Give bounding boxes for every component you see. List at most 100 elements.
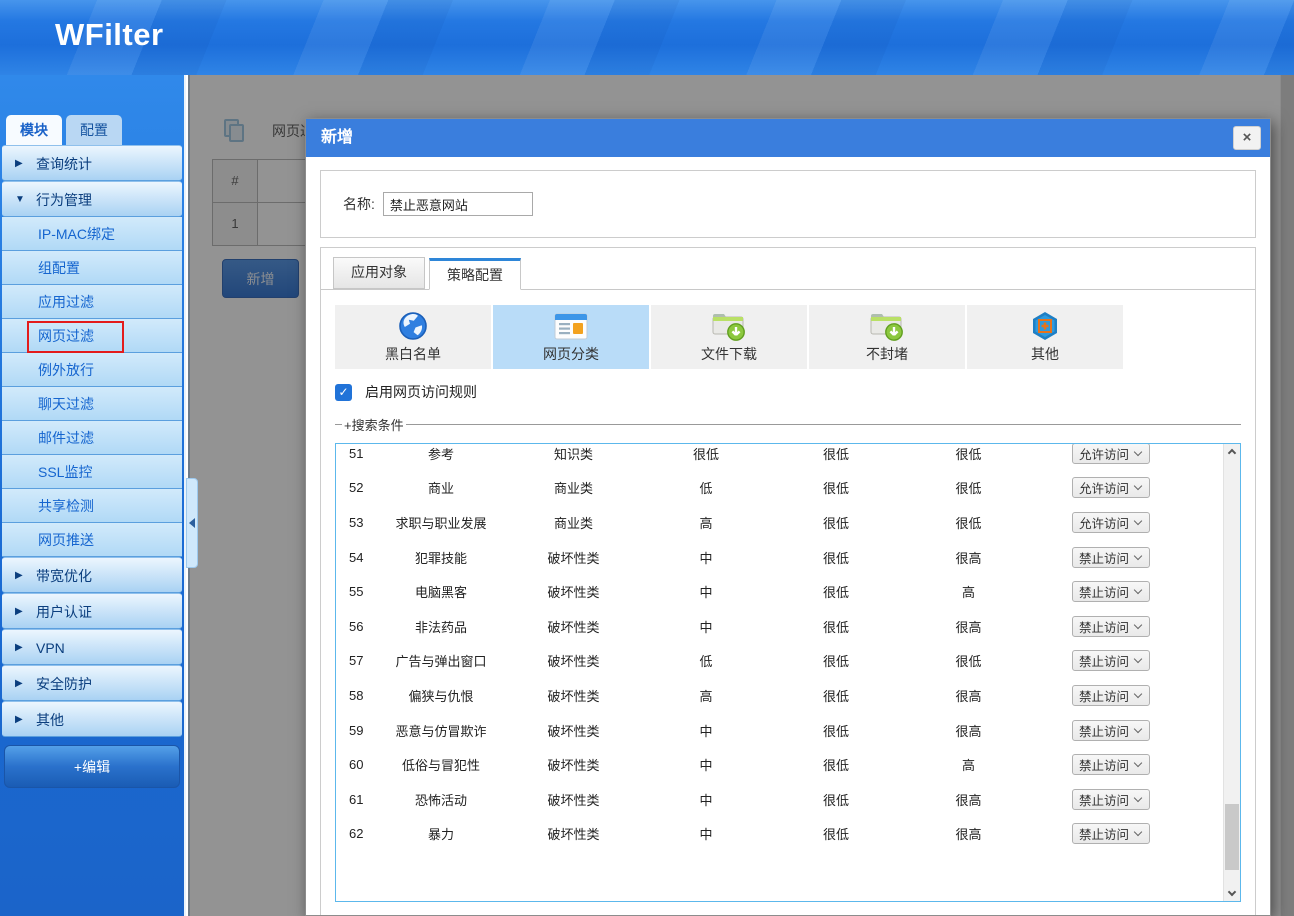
sidebar-item-vpn[interactable]: ▶VPN (2, 629, 182, 665)
row-number: 62 (336, 826, 376, 841)
sidebar-tab-config[interactable]: 配置 (66, 115, 122, 145)
policy-type-label: 文件下载 (701, 344, 757, 364)
close-icon[interactable]: × (1233, 126, 1261, 150)
sidebar-item-chat-filter[interactable]: 聊天过滤 (2, 387, 182, 421)
level-1: 中 (641, 755, 771, 774)
sidebar-item-label: 例外放行 (38, 362, 94, 378)
tab-apply-target[interactable]: 应用对象 (333, 257, 425, 289)
triangle-right-icon: ▶ (15, 146, 23, 182)
enable-rule-row: ✓ 启用网页访问规则 (335, 382, 1241, 402)
sidebar-item-label: SSL监控 (38, 464, 92, 480)
top-banner: WFilter (0, 0, 1294, 75)
access-select[interactable]: 禁止访问 (1072, 823, 1150, 844)
sidebar-item-web-filter[interactable]: 网页过滤 (2, 319, 182, 353)
level-3: 很高 (901, 617, 1036, 636)
row-number: 59 (336, 723, 376, 738)
access-select-value: 允许访问 (1073, 444, 1135, 463)
level-2: 很低 (771, 444, 901, 463)
sidebar-item-exception-allow[interactable]: 例外放行 (2, 353, 182, 387)
level-3: 很高 (901, 824, 1036, 843)
policy-type-file-download[interactable]: 文件下载 (651, 305, 807, 369)
sidebar-item-label: 安全防护 (36, 676, 92, 692)
category-row: 59恶意与仿冒欺诈破坏性类中很低很高禁止访问 (336, 713, 1223, 748)
chevron-down-icon (1134, 690, 1142, 698)
level-3: 很低 (901, 651, 1036, 670)
access-select[interactable]: 允许访问 (1072, 512, 1150, 533)
access-select[interactable]: 禁止访问 (1072, 547, 1150, 568)
search-conditions-label[interactable]: +搜索条件 (344, 415, 404, 434)
sidebar-item-query-stats[interactable]: ▶查询统计 (2, 145, 182, 181)
category-row: 57广告与弹出窗口破坏性类低很低很低禁止访问 (336, 644, 1223, 679)
sidebar-item-group-config[interactable]: 组配置 (2, 251, 182, 285)
dialog-tabs: 应用对象 策略配置 (321, 248, 1255, 290)
chevron-down-icon (1134, 724, 1142, 732)
scroll-up-icon[interactable] (1224, 444, 1240, 460)
sidebar-item-label: 网页推送 (38, 532, 94, 548)
sidebar-item-security[interactable]: ▶安全防护 (2, 665, 182, 701)
scrollbar-thumb[interactable] (1225, 804, 1239, 870)
access-select[interactable]: 禁止访问 (1072, 581, 1150, 602)
sidebar-item-others[interactable]: ▶其他 (2, 701, 182, 737)
level-3: 很高 (901, 721, 1036, 740)
access-select[interactable]: 禁止访问 (1072, 650, 1150, 671)
access-select[interactable]: 禁止访问 (1072, 685, 1150, 706)
sidebar-item-user-auth[interactable]: ▶用户认证 (2, 593, 182, 629)
level-3: 很高 (901, 548, 1036, 567)
category-group: 破坏性类 (506, 755, 641, 774)
access-select[interactable]: 禁止访问 (1072, 616, 1150, 637)
row-number: 51 (336, 446, 376, 461)
sidebar-item-ip-mac-binding[interactable]: IP-MAC绑定 (2, 217, 182, 251)
sidebar-item-web-push[interactable]: 网页推送 (2, 523, 182, 557)
sidebar-item-label: 其他 (36, 712, 64, 728)
sidebar: 模块 配置 ▶查询统计▼行为管理IP-MAC绑定组配置应用过滤网页过滤例外放行聊… (0, 75, 186, 916)
category-row: 52商业商业类低很低很低允许访问 (336, 471, 1223, 506)
new-rule-dialog: 新增 × 名称: 应用对象 策略配置 黑白名单网页分类文件下载不封堵其他 ✓ 启… (305, 118, 1271, 916)
policy-type-web-category[interactable]: 网页分类 (493, 305, 649, 369)
sidebar-item-label: VPN (36, 640, 65, 656)
dialog-title: 新增 (321, 129, 353, 146)
policy-type-strip: 黑白名单网页分类文件下载 不封堵其他 (335, 305, 1241, 369)
sidebar-item-share-detect[interactable]: 共享检测 (2, 489, 182, 523)
level-2: 很低 (771, 582, 901, 601)
wfilter-logo: WFilter (55, 17, 164, 53)
access-select[interactable]: 禁止访问 (1072, 789, 1150, 810)
row-number: 56 (336, 619, 376, 634)
category-row: 56非法药品破坏性类中很低很高禁止访问 (336, 609, 1223, 644)
sidebar-item-label: 用户认证 (36, 604, 92, 620)
level-3: 很低 (901, 478, 1036, 497)
name-input[interactable] (383, 192, 533, 216)
access-select[interactable]: 允许访问 (1072, 443, 1150, 464)
policy-type-blacklist-whitelist[interactable]: 黑白名单 (335, 305, 491, 369)
collapse-left-icon (189, 518, 195, 528)
sidebar-menu: ▶查询统计▼行为管理IP-MAC绑定组配置应用过滤网页过滤例外放行聊天过滤邮件过… (2, 145, 182, 737)
tab-policy-config[interactable]: 策略配置 (429, 258, 521, 290)
access-select[interactable]: 禁止访问 (1072, 720, 1150, 741)
enable-rule-checkbox[interactable]: ✓ (335, 384, 352, 401)
policy-type-other[interactable]: 其他 (967, 305, 1123, 369)
category-row: 61恐怖活动破坏性类中很低很高禁止访问 (336, 782, 1223, 817)
access-select[interactable]: 允许访问 (1072, 477, 1150, 498)
sidebar-item-label: 网页过滤 (38, 328, 94, 344)
access-select[interactable]: 禁止访问 (1072, 754, 1150, 775)
sidebar-item-app-filter[interactable]: 应用过滤 (2, 285, 182, 319)
sidebar-item-mail-filter[interactable]: 邮件过滤 (2, 421, 182, 455)
level-1: 中 (641, 790, 771, 809)
level-3: 很高 (901, 686, 1036, 705)
level-2: 很低 (771, 686, 901, 705)
sidebar-item-ssl-monitor[interactable]: SSL监控 (2, 455, 182, 489)
sidebar-tab-modules[interactable]: 模块 (6, 115, 62, 145)
level-2: 很低 (771, 790, 901, 809)
category-table-scrollbar[interactable] (1223, 444, 1240, 901)
sidebar-item-behavior-mgmt[interactable]: ▼行为管理 (2, 181, 182, 217)
row-number: 60 (336, 757, 376, 772)
level-3: 高 (901, 582, 1036, 601)
sidebar-collapse-handle[interactable] (186, 478, 198, 568)
scroll-down-icon[interactable] (1224, 885, 1240, 901)
sidebar-item-bandwidth-opt[interactable]: ▶带宽优化 (2, 557, 182, 593)
chevron-down-icon (1134, 482, 1142, 490)
row-number: 53 (336, 515, 376, 530)
edit-button[interactable]: +编辑 (4, 745, 180, 788)
dialog-body: 名称: 应用对象 策略配置 黑白名单网页分类文件下载不封堵其他 ✓ 启用网页访问… (306, 157, 1270, 916)
policy-type-no-block[interactable]: 不封堵 (809, 305, 965, 369)
category-group: 知识类 (506, 444, 641, 463)
